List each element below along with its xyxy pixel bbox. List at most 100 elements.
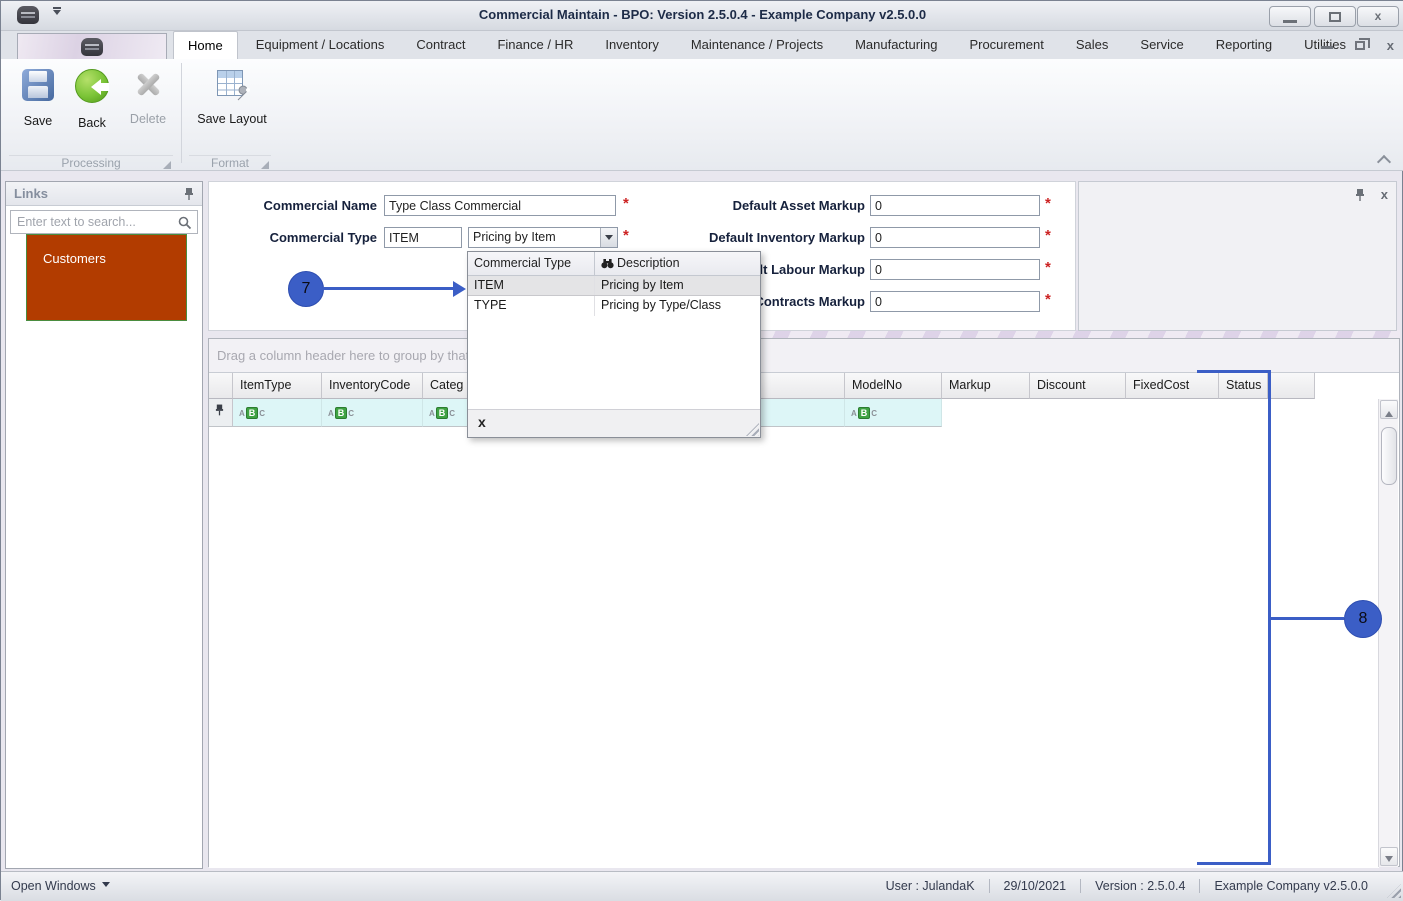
dropdown-cell[interactable]: Pricing by Item [595,276,690,295]
mdi-restore-icon[interactable] [1354,38,1370,50]
back-arrow-icon [75,69,109,103]
close-icon[interactable]: x [1381,187,1388,202]
column-header-status[interactable]: Status [1219,373,1268,399]
tab-inventory[interactable]: Inventory [591,31,672,59]
annotation-bracket-bottom [1197,862,1271,865]
column-header-inventorycode[interactable]: InventoryCode [322,373,423,399]
dropdown-cell[interactable]: Pricing by Type/Class [595,296,727,316]
column-header-fixedcost[interactable]: FixedCost [1126,373,1219,399]
vertical-scrollbar[interactable] [1378,399,1398,867]
column-header[interactable] [1268,373,1315,399]
pin-icon[interactable] [1355,188,1365,201]
maximize-icon [1329,12,1341,22]
tab-home[interactable]: Home [173,31,238,59]
dropdown-rows: ITEM Pricing by Item TYPE Pricing by Type/C… [468,276,760,316]
dropdown-row-type[interactable]: TYPE Pricing by Type/Class [468,296,760,316]
mdi-close-icon[interactable]: x [1387,38,1394,53]
tab-manufacturing[interactable]: Manufacturing [841,31,951,59]
tab-maintenance-projects[interactable]: Maintenance / Projects [677,31,837,59]
dialog-launcher-icon[interactable] [163,161,171,169]
tab-service[interactable]: Service [1126,31,1197,59]
dropdown-column-description[interactable]: Description [595,252,686,275]
resize-grip-icon[interactable] [746,423,759,436]
tab-sales[interactable]: Sales [1062,31,1123,59]
abc-filter-icon: ABC [239,407,266,419]
status-bar: Open Windows User : JulandaK 29/10/2021 … [1,871,1403,901]
scroll-down-button[interactable] [1380,847,1398,866]
commercial-type-label: Commercial Type [269,230,377,245]
collapse-ribbon-icon[interactable] [1378,153,1390,161]
commercial-items-grid: Drag a column header here to group by th… [208,338,1400,868]
column-header-itemtype[interactable]: ItemType [233,373,322,399]
pin-icon[interactable] [184,187,194,200]
delete-button[interactable]: Delete [119,65,177,157]
default-asset-markup-label: Default Asset Markup [732,198,865,213]
default-asset-markup-field[interactable] [870,195,1040,216]
maximize-button[interactable] [1314,6,1356,27]
abc-filter-icon: ABC [328,407,355,419]
default-labour-markup-field[interactable] [870,259,1040,280]
mdi-minimize-icon[interactable] [1320,46,1333,49]
open-windows-button[interactable]: Open Windows [11,879,110,893]
annotation-step-8: 8 [1344,600,1382,638]
default-inventory-markup-label: Default Inventory Markup [708,230,865,245]
filter-cell[interactable]: ABC [233,399,322,427]
status-info: User : JulandaK 29/10/2021 Version : 2.5… [872,879,1382,893]
tab-finance-hr[interactable]: Finance / HR [483,31,587,59]
tab-contract[interactable]: Contract [402,31,479,59]
tab-reporting[interactable]: Reporting [1202,31,1286,59]
column-header[interactable] [209,373,233,399]
dropdown-row-item[interactable]: ITEM Pricing by Item [468,276,760,296]
status-version: Version : 2.5.0.4 [1080,879,1199,893]
mdi-window-controls: x [1320,38,1394,53]
application-menu-button[interactable] [17,33,167,59]
group-by-hint: Drag a column header here to group by th… [209,339,1399,373]
window-title: Commercial Maintain - BPO: Version 2.5.0… [478,7,927,22]
clear-filter-x-icon[interactable]: x [478,414,486,430]
required-marker: * [1045,227,1051,244]
ribbon-tabs: Home Equipment / Locations Contract Finance… [173,31,1364,59]
dialog-launcher-icon[interactable] [261,161,269,169]
dropdown-cell[interactable]: ITEM [468,276,595,295]
status-company: Example Company v2.5.0.0 [1199,879,1382,893]
annotation-step-7: 7 [288,271,324,307]
save-layout-button[interactable]: Save Layout [197,65,267,157]
scroll-up-button[interactable] [1380,400,1398,419]
back-button[interactable]: Back [63,65,121,157]
filter-row-indicator[interactable] [209,399,233,427]
down-arrow-icon [1385,856,1393,866]
search-input[interactable] [11,211,197,233]
window-resize-grip[interactable] [1387,884,1401,898]
chevron-down-icon [101,882,110,891]
dropdown-column-commercial-type[interactable]: Commercial Type [468,252,595,275]
default-inventory-markup-field[interactable] [870,227,1040,248]
search-icon[interactable] [178,216,192,230]
links-search-box [10,210,198,234]
save-button[interactable]: Save [9,65,67,157]
filter-cell[interactable]: ABC [322,399,423,427]
links-panel: Links Customers [5,181,203,869]
default-contracts-markup-field[interactable] [870,291,1040,312]
docked-panel: x [1078,181,1397,331]
minimize-button[interactable] [1269,6,1311,27]
filter-cell[interactable]: ABC [845,399,942,427]
bpo-logo-icon [81,37,103,56]
scrollbar-thumb[interactable] [1381,427,1397,485]
close-button[interactable]: x [1357,6,1399,27]
abc-filter-icon: ABC [429,407,456,419]
link-item-customers[interactable]: Customers [26,234,187,321]
app-window: Commercial Maintain - BPO: Version 2.5.0… [0,0,1403,901]
dropdown-cell[interactable]: TYPE [468,296,595,316]
close-icon: x [1374,9,1382,23]
column-header-modelno[interactable]: ModelNo [845,373,942,399]
commercial-type-code-field[interactable] [384,227,462,248]
abc-filter-icon: ABC [851,407,878,419]
tab-procurement[interactable]: Procurement [955,31,1057,59]
commercial-type-dropdown: Commercial Type Description ITEM Pricing … [467,251,761,438]
title-bar: Commercial Maintain - BPO: Version 2.5.0… [1,1,1403,31]
tab-equipment-locations[interactable]: Equipment / Locations [242,31,399,59]
column-header-discount[interactable]: Discount [1030,373,1126,399]
column-header-markup[interactable]: Markup [942,373,1030,399]
links-panel-header: Links [6,182,202,206]
dropdown-header-row: Commercial Type Description [468,252,760,276]
